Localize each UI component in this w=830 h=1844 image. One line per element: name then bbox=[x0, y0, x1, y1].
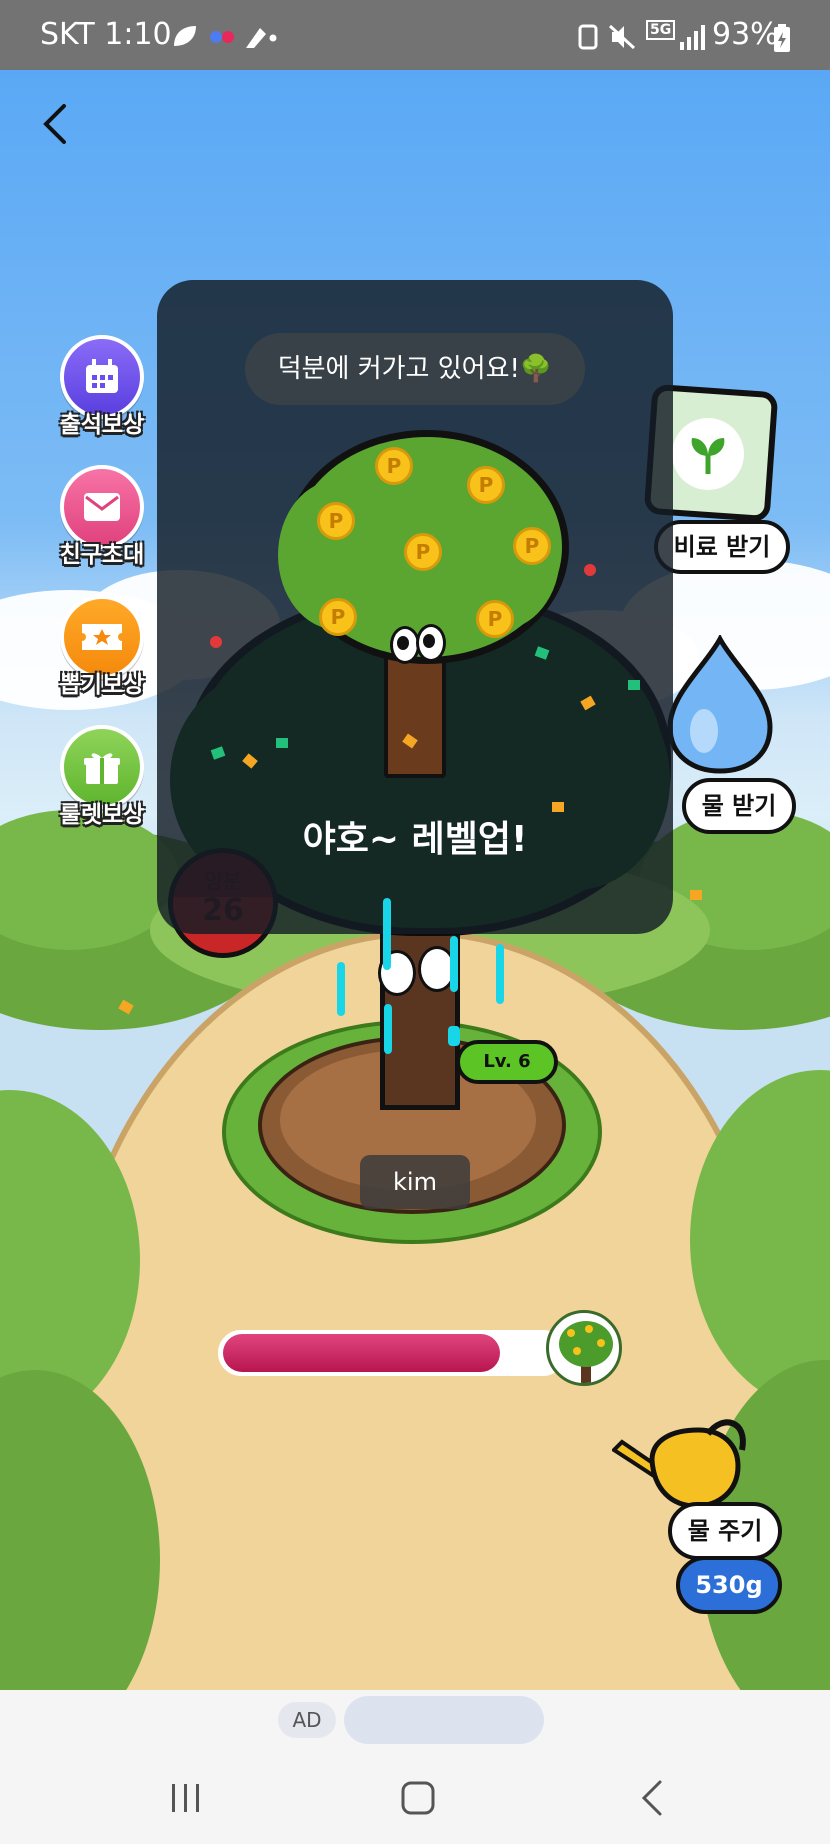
navigation-bar bbox=[0, 1752, 830, 1844]
ad-label: AD bbox=[278, 1702, 336, 1738]
water-amount-badge: 530g bbox=[676, 1556, 782, 1614]
speech-bubble: 덕분에 커가고 있어요!🌳 bbox=[245, 333, 585, 405]
network-5g-badge: 5G bbox=[646, 20, 676, 40]
ticket-icon bbox=[82, 624, 122, 650]
levelup-title: 야호~ 레벨업! bbox=[302, 819, 528, 860]
draw-reward-button[interactable]: 뽑기보상 bbox=[32, 595, 172, 705]
attendance-reward-button[interactable]: 출석보상 bbox=[32, 335, 172, 445]
get-fertilizer-button[interactable]: 비료 받기 bbox=[654, 520, 790, 574]
carrier-time: SKT 1:10 bbox=[40, 17, 172, 52]
calendar-icon bbox=[86, 359, 118, 393]
battery-icon bbox=[774, 24, 790, 52]
battery-percent: 93% bbox=[712, 17, 779, 52]
status-bar: SKT 1:10 5G 93% bbox=[0, 0, 830, 70]
sprout-icon bbox=[691, 438, 725, 474]
coin-icon: P bbox=[404, 533, 442, 571]
water-drop-icon[interactable] bbox=[664, 635, 776, 775]
nav-back-icon[interactable] bbox=[636, 1778, 672, 1818]
give-water-button[interactable]: 물 주기 bbox=[668, 1502, 782, 1560]
invite-label: 친구초대 bbox=[59, 542, 145, 568]
invite-friend-button[interactable]: 친구초대 bbox=[32, 465, 172, 575]
ad-banner[interactable] bbox=[344, 1696, 544, 1744]
coin-icon: P bbox=[317, 502, 355, 540]
coin-icon: P bbox=[513, 527, 551, 565]
mute-icon bbox=[578, 24, 636, 50]
signal-icon bbox=[680, 25, 705, 50]
level-badge: Lv. 6 bbox=[456, 1040, 558, 1084]
ad-bar: AD bbox=[0, 1690, 830, 1752]
gift-icon bbox=[84, 753, 120, 784]
coin-icon: P bbox=[319, 598, 357, 636]
coin-icon: P bbox=[375, 447, 413, 485]
growth-progress-fill bbox=[223, 1334, 500, 1372]
coin-icon: P bbox=[467, 466, 505, 504]
mail-icon bbox=[84, 493, 120, 521]
roulette-label: 룰렛보상 bbox=[59, 802, 145, 828]
attendance-label: 출석보상 bbox=[59, 412, 145, 438]
recent-apps-icon[interactable] bbox=[168, 1780, 204, 1816]
tree-thumbnail bbox=[546, 1310, 622, 1386]
roulette-reward-button[interactable]: 룰렛보상 bbox=[32, 725, 172, 835]
draw-label: 뽑기보상 bbox=[59, 672, 145, 698]
home-icon[interactable] bbox=[398, 1778, 438, 1818]
owner-name: kim bbox=[360, 1155, 470, 1209]
coin-icon: P bbox=[476, 600, 514, 638]
get-water-button[interactable]: 물 받기 bbox=[682, 778, 796, 834]
back-arrow-icon[interactable] bbox=[36, 100, 76, 148]
notification-icons bbox=[174, 26, 277, 48]
